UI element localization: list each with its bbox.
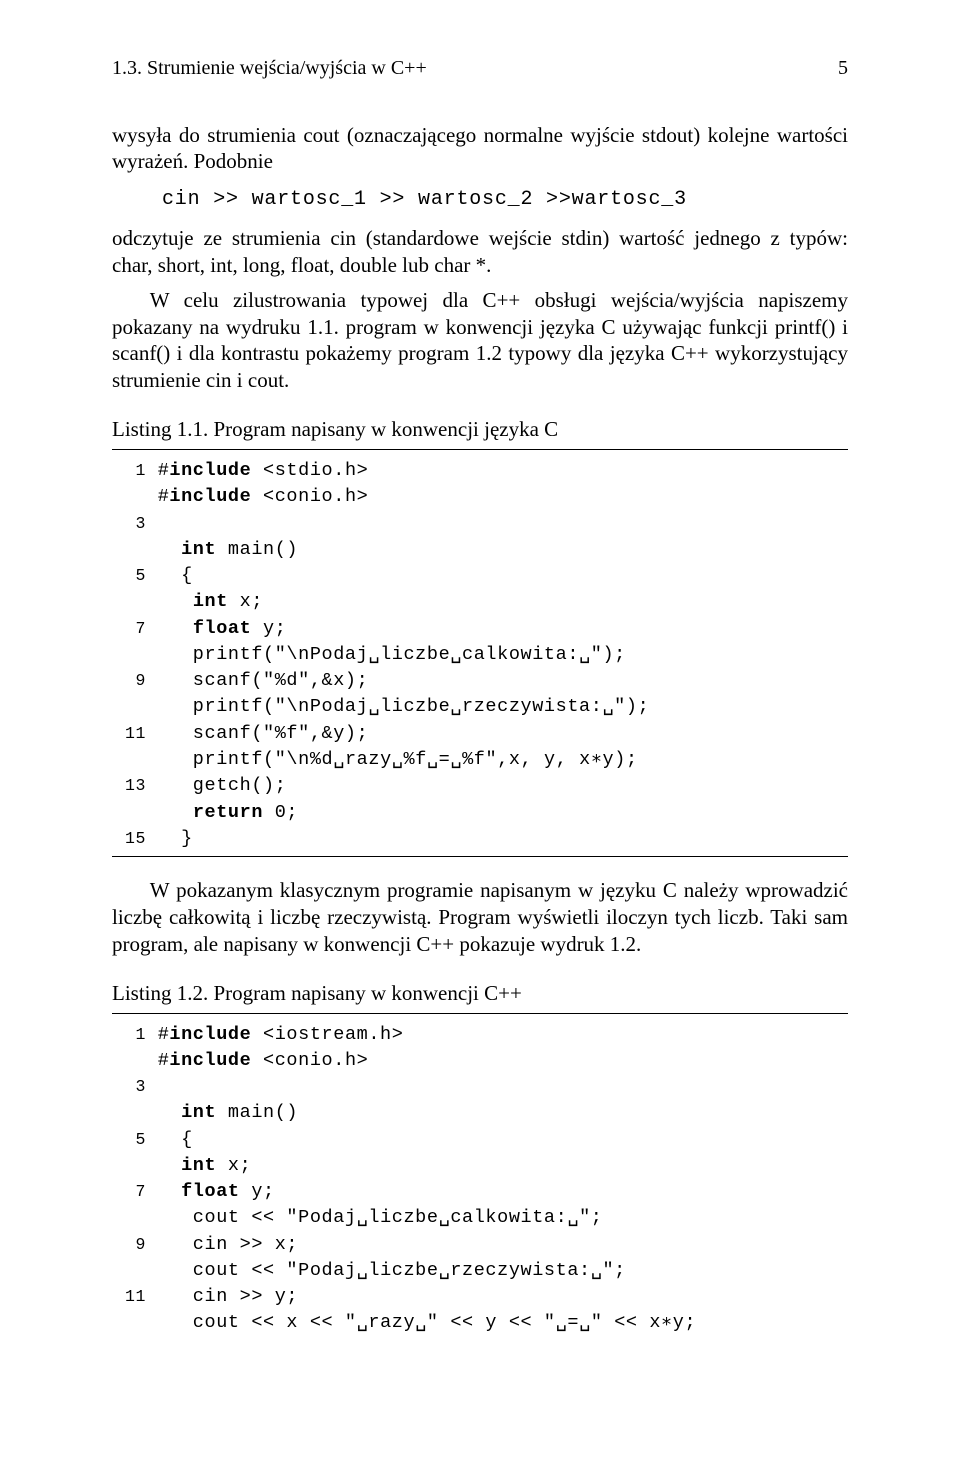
code-line: 0 return 0; bbox=[112, 800, 848, 826]
listing-2-caption: Listing 1.2. Program napisany w konwencj… bbox=[112, 980, 848, 1007]
line-number: 3 bbox=[112, 1075, 146, 1098]
paragraph-4: W pokazanym klasycznym programie napisan… bbox=[112, 877, 848, 958]
keyword: int bbox=[181, 1102, 216, 1123]
code-line: 5 { bbox=[112, 1127, 848, 1153]
listing-2-code: 1 #include <iostream.h>0 #include <conio… bbox=[112, 1022, 848, 1337]
code-line: 1 #include <stdio.h> bbox=[112, 458, 848, 484]
line-number: 7 bbox=[112, 617, 146, 640]
listing-1-rule-bottom bbox=[112, 856, 848, 857]
line-number: 5 bbox=[112, 564, 146, 587]
code-line: 0 cout << "Podaj␣liczbe␣rzeczywista:␣"; bbox=[112, 1258, 848, 1284]
code-line: 0 int main() bbox=[112, 537, 848, 563]
code-line: 0 printf("\nPodaj␣liczbe␣calkowita:␣"); bbox=[112, 642, 848, 668]
keyword: include bbox=[169, 486, 251, 507]
code-line: 5 { bbox=[112, 563, 848, 589]
listing-1-code: 1 #include <stdio.h>0 #include <conio.h>… bbox=[112, 458, 848, 852]
code-line: 0 cout << x << "␣razy␣" << y << "␣=␣" <<… bbox=[112, 1310, 848, 1336]
paragraph-1: wysyła do strumienia cout (oznaczającego… bbox=[112, 122, 848, 176]
code-line: 11 scanf("%f",&y); bbox=[112, 721, 848, 747]
code-line: 1 #include <iostream.h> bbox=[112, 1022, 848, 1048]
keyword: include bbox=[169, 460, 251, 481]
code-line: 0 int x; bbox=[112, 589, 848, 615]
code-line: 0 #include <conio.h> bbox=[112, 484, 848, 510]
paragraph-3: W celu zilustrowania typowej dla C++ obs… bbox=[112, 287, 848, 395]
code-line: 0 int x; bbox=[112, 1153, 848, 1179]
code-line: 0 cout << "Podaj␣liczbe␣calkowita:␣"; bbox=[112, 1205, 848, 1231]
keyword: float bbox=[193, 618, 252, 639]
code-line: 9 cin >> x; bbox=[112, 1232, 848, 1258]
code-line: 0 printf("\n%d␣razy␣%f␣=␣%f",x, y, x∗y); bbox=[112, 747, 848, 773]
line-number: 9 bbox=[112, 669, 146, 692]
code-line: 0 int main() bbox=[112, 1100, 848, 1126]
listing-2-rule-top bbox=[112, 1013, 848, 1014]
keyword: int bbox=[181, 539, 216, 560]
code-line: 0 printf("\nPodaj␣liczbe␣rzeczywista:␣")… bbox=[112, 694, 848, 720]
header-page-number: 5 bbox=[838, 56, 848, 82]
line-number: 1 bbox=[112, 1023, 146, 1046]
keyword: int bbox=[181, 1155, 216, 1176]
code-line: 11 cin >> y; bbox=[112, 1284, 848, 1310]
running-header: 1.3. Strumienie wejścia/wyjścia w C++ 5 bbox=[112, 56, 848, 82]
listing-1-caption: Listing 1.1. Program napisany w konwencj… bbox=[112, 416, 848, 443]
line-number: 11 bbox=[112, 1285, 146, 1308]
code-line: 13 getch(); bbox=[112, 773, 848, 799]
line-number: 15 bbox=[112, 827, 146, 850]
paragraph-2: odczytuje ze strumienia cin (standardowe… bbox=[112, 225, 848, 279]
header-section: 1.3. Strumienie wejścia/wyjścia w C++ bbox=[112, 56, 427, 82]
line-number: 1 bbox=[112, 459, 146, 482]
line-number: 3 bbox=[112, 512, 146, 535]
line-number: 7 bbox=[112, 1180, 146, 1203]
keyword: include bbox=[169, 1024, 251, 1045]
keyword: return bbox=[193, 802, 263, 823]
keyword: float bbox=[181, 1181, 240, 1202]
keyword: include bbox=[169, 1050, 251, 1071]
code-line: 9 scanf("%d",&x); bbox=[112, 668, 848, 694]
line-number: 13 bbox=[112, 774, 146, 797]
code-line: 7 float y; bbox=[112, 616, 848, 642]
code-line: 7 float y; bbox=[112, 1179, 848, 1205]
line-number: 9 bbox=[112, 1233, 146, 1256]
code-line: 3 bbox=[112, 1074, 848, 1100]
line-number: 5 bbox=[112, 1128, 146, 1151]
listing-1-rule-top bbox=[112, 449, 848, 450]
code-line: 15 } bbox=[112, 826, 848, 852]
code-line: 3 bbox=[112, 511, 848, 537]
keyword: int bbox=[193, 591, 228, 612]
inline-code-cin: cin >> wartosc_1 >> wartosc_2 >>wartosc_… bbox=[162, 187, 848, 213]
line-number: 11 bbox=[112, 722, 146, 745]
code-line: 0 #include <conio.h> bbox=[112, 1048, 848, 1074]
